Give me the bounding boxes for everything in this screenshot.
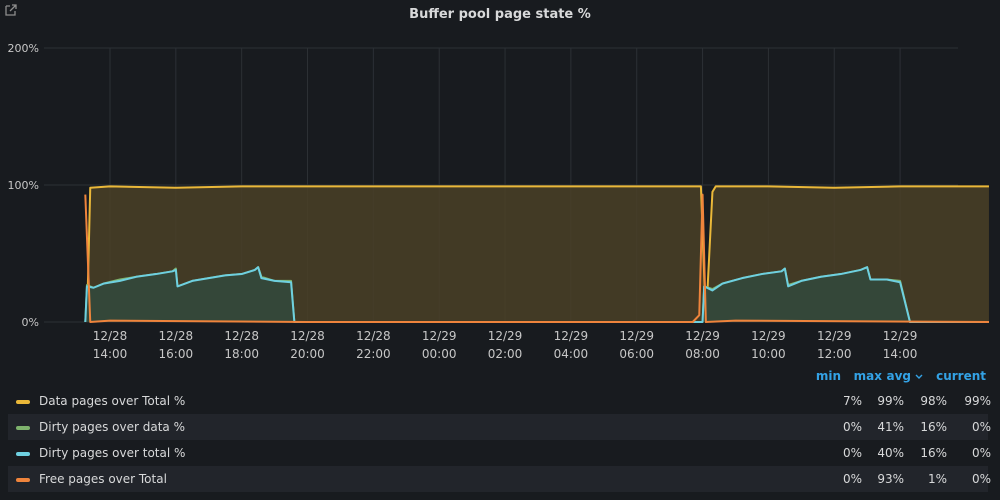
legend-header-min[interactable]: min [816,369,841,383]
x-tick-time: 22:00 [356,347,391,361]
y-tick-label: 200% [8,42,39,55]
x-tick-date: 12/28 [290,329,325,343]
x-tick-time: 20:00 [290,347,325,361]
legend-row[interactable]: Free pages over Total 0% 93% 1% 0% [8,466,991,492]
x-tick-time: 00:00 [422,347,457,361]
legend-series-name[interactable]: Dirty pages over total % [39,440,185,466]
legend-swatch[interactable] [16,400,30,404]
x-tick-date: 12/29 [751,329,786,343]
x-tick-date: 12/28 [93,329,128,343]
legend-value-avg: 16% [920,446,947,460]
x-tick-time: 14:00 [883,347,918,361]
x-tick-time: 18:00 [224,347,259,361]
legend-header-current[interactable]: current [936,369,986,383]
legend-value-max: 93% [877,472,904,486]
legend-value-current: 0% [971,420,991,434]
legend-row[interactable]: Dirty pages over total % 0% 40% 16% 0% [8,440,991,466]
x-tick-date: 12/28 [356,329,391,343]
legend-value-max: 99% [877,394,904,408]
legend-header: min max avg current [686,369,986,385]
x-tick-date: 12/28 [159,329,194,343]
x-tick-date: 12/29 [554,329,589,343]
legend-value-max: 41% [877,420,904,434]
legend-value-min: 7% [842,394,862,408]
x-tick-date: 12/28 [224,329,259,343]
x-tick-date: 12/29 [422,329,457,343]
x-tick-time: 10:00 [751,347,786,361]
x-tick-date: 12/29 [619,329,654,343]
x-tick-date: 12/29 [817,329,852,343]
x-tick-time: 08:00 [685,347,720,361]
x-tick-time: 12:00 [817,347,852,361]
legend-value-avg: 1% [927,472,947,486]
x-tick-date: 12/29 [685,329,720,343]
legend-value-current: 0% [971,472,991,486]
legend-value-current: 0% [971,446,991,460]
x-tick-date: 12/29 [883,329,918,343]
legend-swatch[interactable] [16,478,30,482]
x-tick-time: 02:00 [488,347,523,361]
legend-value-min: 0% [842,472,862,486]
legend-series-name[interactable]: Free pages over Total [39,466,167,492]
legend-value-avg: 16% [920,420,947,434]
x-tick-time: 14:00 [93,347,128,361]
x-tick-time: 16:00 [159,347,194,361]
legend-header-avg-label: avg [886,369,911,383]
legend-value-current: 99% [964,394,991,408]
x-tick-time: 04:00 [554,347,589,361]
legend-swatch[interactable] [16,426,30,430]
x-tick-time: 06:00 [619,347,654,361]
legend-header-max[interactable]: max [854,369,882,383]
legend-value-max: 40% [877,446,904,460]
chevron-down-icon [915,374,923,379]
chart-plot: 0% 100% 200% 12/28 14:00 12/28 16:00 12/28 18:00… [8,42,989,361]
legend-series-name[interactable]: Dirty pages over data % [39,414,185,440]
legend-series-name[interactable]: Data pages over Total % [39,388,185,414]
x-tick-date: 12/29 [488,329,523,343]
legend-row[interactable]: Dirty pages over data % 0% 41% 16% 0% [8,414,991,440]
legend-table: Data pages over Total % 7% 99% 98% 99% Dirty … [8,388,991,492]
legend-value-avg: 98% [920,394,947,408]
y-tick-label: 0% [22,316,39,329]
legend-value-min: 0% [842,446,862,460]
legend-swatch[interactable] [16,452,30,456]
legend-header-avg[interactable]: avg [886,369,924,383]
legend-row[interactable]: Data pages over Total % 7% 99% 98% 99% [8,388,991,414]
y-tick-label: 100% [8,179,39,192]
legend-value-min: 0% [842,420,862,434]
chart-panel: Buffer pool page state % 0% 100% 200% 12/28… [0,0,1000,500]
